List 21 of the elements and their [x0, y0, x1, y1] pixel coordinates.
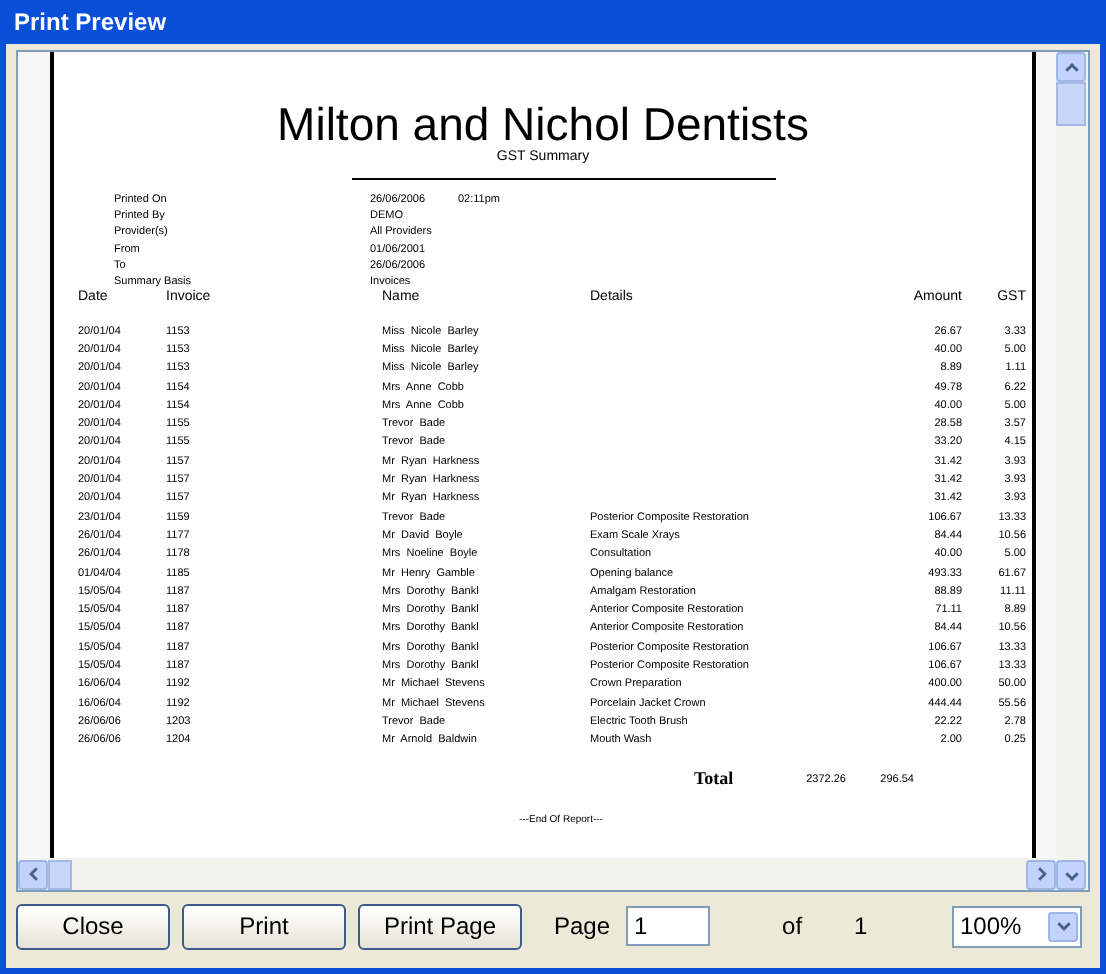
print-page-button[interactable]: Print Page [358, 903, 522, 949]
scroll-left-button[interactable] [18, 859, 48, 889]
scroll-thumb[interactable] [1056, 82, 1086, 126]
window-title: Print Preview [14, 6, 167, 40]
scroll-thumb[interactable] [48, 859, 72, 889]
scroll-right-button[interactable] [1026, 859, 1056, 889]
scroll-down-button[interactable] [1056, 860, 1086, 890]
close-button[interactable]: Close [16, 903, 170, 949]
print-button[interactable]: Print [182, 903, 346, 949]
horizontal-scrollbar[interactable] [18, 858, 1056, 890]
vertical-scrollbar[interactable] [1056, 52, 1088, 890]
total-label: Total [694, 765, 736, 792]
dropdown-button[interactable] [1048, 911, 1078, 941]
page-field[interactable]: 1 [626, 906, 711, 946]
report-title: Milton and Nichol Dentists [277, 100, 809, 148]
zoom-dropdown[interactable]: 100% [952, 905, 1082, 947]
of-label: of [782, 910, 803, 944]
caret-icon [1053, 916, 1073, 936]
page-label: Page [554, 910, 611, 944]
page-count: 1 [854, 910, 868, 944]
scroll-up-button[interactable] [1056, 52, 1086, 82]
